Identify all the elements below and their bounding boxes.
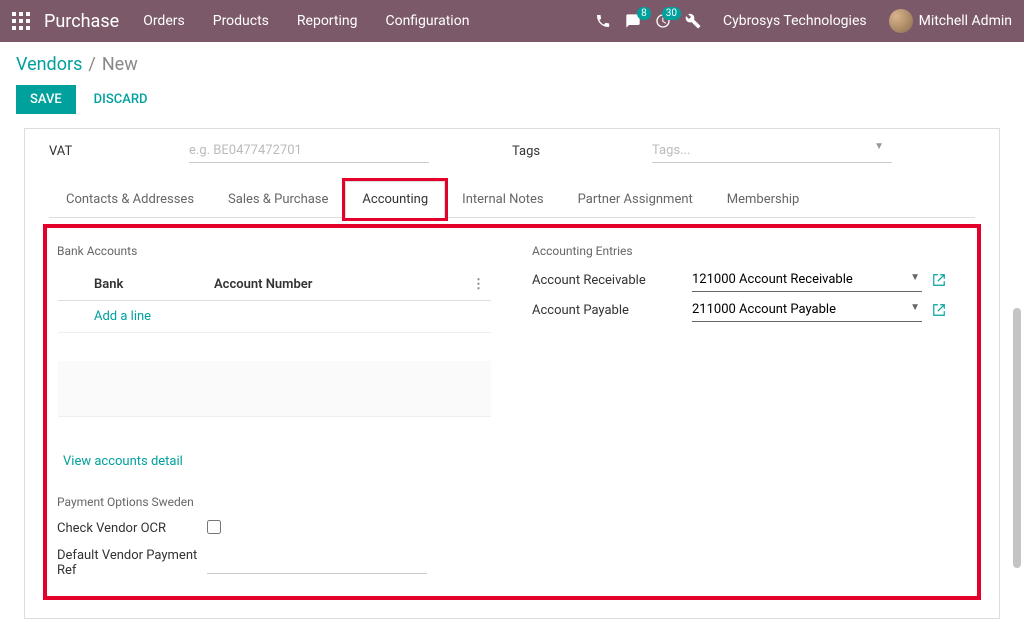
external-link-icon[interactable] — [932, 273, 946, 287]
save-button[interactable]: SAVE — [16, 85, 76, 114]
activity-badge: 30 — [662, 7, 681, 20]
payment-sweden-title: Payment Options Sweden — [57, 495, 492, 509]
messages-icon[interactable]: 8 — [625, 13, 641, 29]
topbar: Purchase Orders Products Reporting Confi… — [0, 0, 1024, 42]
user-name: Mitchell Admin — [919, 13, 1012, 29]
breadcrumb: Vendors / New — [0, 42, 1024, 79]
company-selector[interactable]: Cybrosys Technologies — [723, 13, 867, 29]
vat-label: VAT — [49, 144, 189, 159]
breadcrumb-current: New — [102, 54, 138, 75]
discard-button[interactable]: DISCARD — [94, 92, 148, 107]
scrollbar[interactable] — [1013, 128, 1021, 608]
messages-badge: 8 — [637, 7, 651, 20]
ocr-label: Check Vendor OCR — [57, 521, 207, 536]
vat-input[interactable] — [189, 139, 429, 163]
external-link-icon[interactable] — [932, 303, 946, 317]
tab-membership[interactable]: Membership — [710, 181, 817, 217]
chevron-down-icon: ▼ — [910, 302, 920, 313]
menu-orders[interactable]: Orders — [143, 13, 185, 29]
phone-icon[interactable] — [595, 13, 611, 29]
tags-label: Tags — [512, 144, 652, 159]
apps-icon[interactable] — [12, 12, 30, 30]
menu-configuration[interactable]: Configuration — [385, 13, 469, 29]
tab-accounting[interactable]: Accounting — [345, 181, 445, 218]
settings-icon[interactable] — [685, 13, 701, 29]
view-accounts-detail-link[interactable]: View accounts detail — [63, 454, 492, 469]
menu-reporting[interactable]: Reporting — [297, 13, 358, 29]
default-ref-input[interactable] — [207, 552, 427, 574]
tab-contacts[interactable]: Contacts & Addresses — [49, 181, 211, 217]
tab-internal-notes[interactable]: Internal Notes — [445, 181, 560, 217]
default-ref-label: Default Vendor Payment Ref — [57, 548, 207, 578]
ocr-checkbox[interactable] — [207, 520, 221, 534]
bank-col-bank: Bank — [64, 277, 214, 292]
tab-partner-assignment[interactable]: Partner Assignment — [561, 181, 710, 217]
receivable-label: Account Receivable — [532, 273, 692, 288]
chevron-down-icon: ▼ — [874, 141, 884, 152]
payable-label: Account Payable — [532, 303, 692, 318]
form-sheet: VAT Tags Tags... ▼ Contacts & Addresses … — [24, 128, 1000, 619]
receivable-select[interactable]: 121000 Account Receivable ▼ — [692, 268, 922, 292]
avatar — [889, 9, 913, 33]
bank-accounts-table: Bank Account Number ⋮ Add a line — [57, 268, 492, 418]
activity-icon[interactable]: 30 — [655, 13, 671, 29]
breadcrumb-sep: / — [88, 54, 95, 75]
add-line-button[interactable]: Add a line — [58, 301, 491, 333]
accounting-entries-title: Accounting Entries — [532, 244, 967, 258]
kebab-icon[interactable]: ⋮ — [471, 277, 485, 292]
bank-empty-row — [58, 361, 491, 417]
chevron-down-icon: ▼ — [910, 272, 920, 283]
tags-input[interactable]: Tags... ▼ — [652, 139, 892, 163]
breadcrumb-vendors[interactable]: Vendors — [16, 54, 82, 75]
payable-select[interactable]: 211000 Account Payable ▼ — [692, 298, 922, 322]
tab-panel-accounting: Bank Accounts Bank Account Number ⋮ Add … — [49, 218, 975, 594]
app-brand[interactable]: Purchase — [44, 11, 119, 32]
user-menu[interactable]: Mitchell Admin — [889, 9, 1012, 33]
action-bar: SAVE DISCARD — [0, 79, 1024, 128]
tabs: Contacts & Addresses Sales & Purchase Ac… — [49, 181, 975, 218]
tab-sales-purchase[interactable]: Sales & Purchase — [211, 181, 345, 217]
bank-col-number: Account Number — [214, 277, 471, 292]
menu-products[interactable]: Products — [213, 13, 269, 29]
bank-accounts-title: Bank Accounts — [57, 244, 492, 258]
scroll-thumb[interactable] — [1013, 308, 1021, 568]
